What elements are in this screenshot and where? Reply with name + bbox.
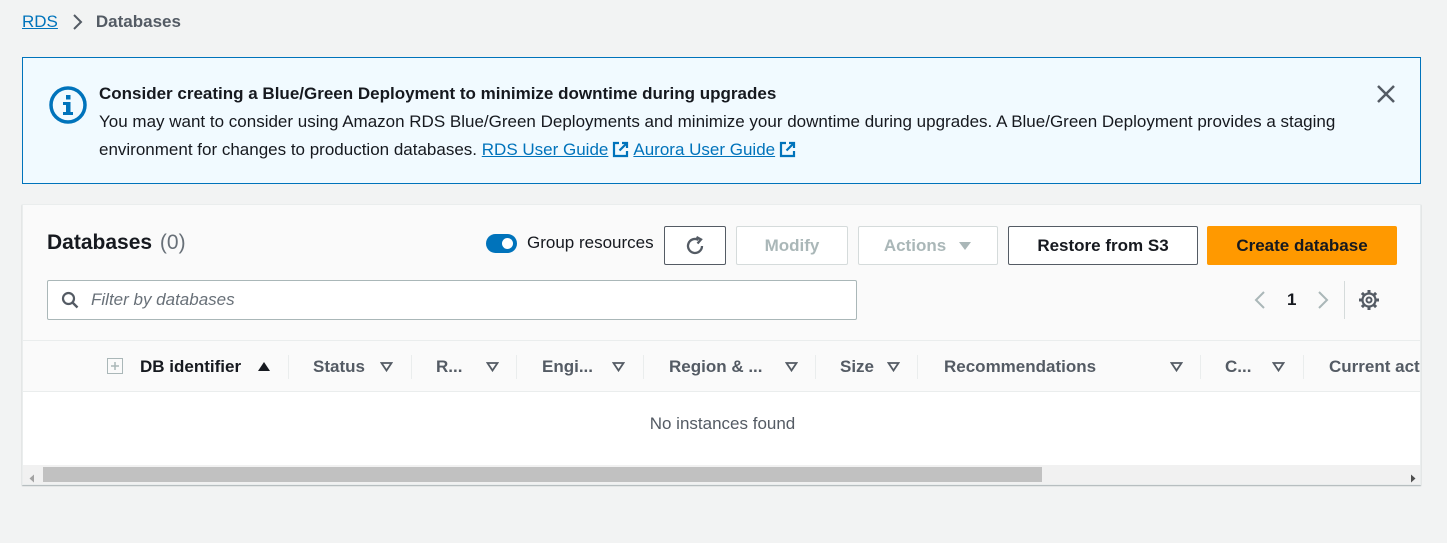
info-banner: Consider creating a Blue/Green Deploymen…: [22, 57, 1421, 184]
refresh-icon: [684, 235, 706, 257]
column-separator: [917, 341, 918, 392]
refresh-button[interactable]: [664, 226, 726, 265]
scroll-left-icon[interactable]: [29, 470, 35, 484]
close-icon[interactable]: [1374, 82, 1398, 106]
sort-icon: [1170, 361, 1183, 372]
restore-from-s3-button[interactable]: Restore from S3: [1008, 226, 1198, 265]
column-separator: [815, 341, 816, 392]
column-separator: [1303, 341, 1304, 392]
modify-button[interactable]: Modify: [736, 226, 848, 265]
banner-body: You may want to consider using Amazon RD…: [99, 108, 1359, 167]
search-icon: [61, 291, 79, 309]
column-engine[interactable]: Engi...: [542, 341, 643, 392]
column-label: C...: [1225, 356, 1252, 376]
panel-title: Databases (0): [47, 231, 186, 255]
separator-line: [411, 355, 412, 379]
actions-label: Actions: [883, 235, 947, 255]
column-label: Status: [313, 356, 365, 376]
expand-all-icon[interactable]: [107, 358, 123, 374]
table-header: DB identifier Status R... Engi... Region…: [23, 340, 1420, 392]
breadcrumb-current: Databases: [95, 12, 181, 31]
create-database-button[interactable]: Create database: [1207, 226, 1397, 265]
rds-user-guide-link[interactable]: RDS User Guide: [482, 140, 609, 159]
column-label: Size: [840, 356, 875, 376]
separator-line: [516, 355, 517, 379]
panel-title-text: Databases: [47, 231, 153, 254]
column-label: Region & ...: [669, 356, 763, 376]
filter-input[interactable]: [89, 289, 819, 311]
filter-box[interactable]: [47, 280, 857, 320]
actions-dropdown[interactable]: Actions: [858, 226, 998, 265]
aurora-user-guide-link[interactable]: Aurora User Guide: [633, 140, 775, 159]
column-recommendations[interactable]: Recommendations: [944, 341, 1200, 392]
column-cpu[interactable]: C...: [1225, 341, 1303, 392]
column-region-az[interactable]: Region & ...: [669, 341, 815, 392]
current-page[interactable]: 1: [1287, 290, 1296, 310]
external-link-icon[interactable]: [779, 139, 796, 167]
pagination: 1: [1249, 281, 1381, 319]
separator-line: [643, 355, 644, 379]
database-count: (0): [159, 231, 186, 254]
caret-down-icon: [958, 241, 972, 251]
separator-line: [1303, 355, 1304, 379]
sort-icon: [1272, 361, 1285, 372]
column-separator: [288, 341, 289, 392]
group-resources-toggle[interactable]: Group resources: [486, 233, 654, 253]
scrollbar-thumb[interactable]: [43, 467, 1042, 482]
column-label: R...: [436, 356, 463, 376]
sort-icon: [380, 361, 393, 372]
separator-line: [917, 355, 918, 379]
table-body: No instances found: [23, 392, 1420, 465]
breadcrumb-rds-link[interactable]: RDS: [22, 12, 58, 32]
column-separator: [643, 341, 644, 392]
column-separator: [1200, 341, 1201, 392]
gear-icon[interactable]: [1357, 288, 1381, 312]
sort-icon: [785, 361, 798, 372]
banner-title: Consider creating a Blue/Green Deploymen…: [99, 84, 777, 103]
previous-page-icon[interactable]: [1249, 287, 1271, 313]
sort-icon: [887, 361, 900, 372]
column-status[interactable]: Status: [313, 341, 411, 392]
chevron-right-icon: [72, 13, 84, 31]
column-db-identifier[interactable]: DB identifier: [140, 341, 288, 392]
separator-line: [1200, 355, 1201, 379]
external-link-icon[interactable]: [612, 139, 629, 167]
column-size[interactable]: Size: [840, 341, 917, 392]
column-label: Recommendations: [944, 356, 1097, 376]
scroll-right-icon[interactable]: [1410, 470, 1416, 484]
breadcrumb: RDS Databases: [22, 12, 181, 32]
pager-divider: [1344, 281, 1346, 319]
horizontal-scrollbar[interactable]: [23, 465, 1420, 484]
column-label: Engi...: [542, 356, 593, 376]
column-separator: [411, 341, 412, 392]
sort-icon: [612, 361, 625, 372]
separator-line: [288, 355, 289, 379]
group-resources-label: Group resources: [527, 233, 654, 252]
column-current-activity[interactable]: Current act: [1329, 341, 1420, 392]
sort-icon: [486, 361, 499, 372]
info-icon: [48, 85, 88, 125]
databases-panel: Databases (0) Group resources Modify Act…: [22, 204, 1421, 485]
column-label: Current act: [1329, 356, 1420, 376]
next-page-icon[interactable]: [1312, 287, 1334, 313]
empty-state-message: No instances found: [649, 414, 796, 433]
toggle-switch[interactable]: [486, 233, 517, 253]
column-label: DB identifier: [140, 356, 242, 376]
column-separator: [516, 341, 517, 392]
column-role[interactable]: R...: [436, 341, 516, 392]
toggle-knob: [502, 237, 513, 249]
separator-line: [815, 355, 816, 379]
sort-ascending-icon: [257, 361, 271, 372]
